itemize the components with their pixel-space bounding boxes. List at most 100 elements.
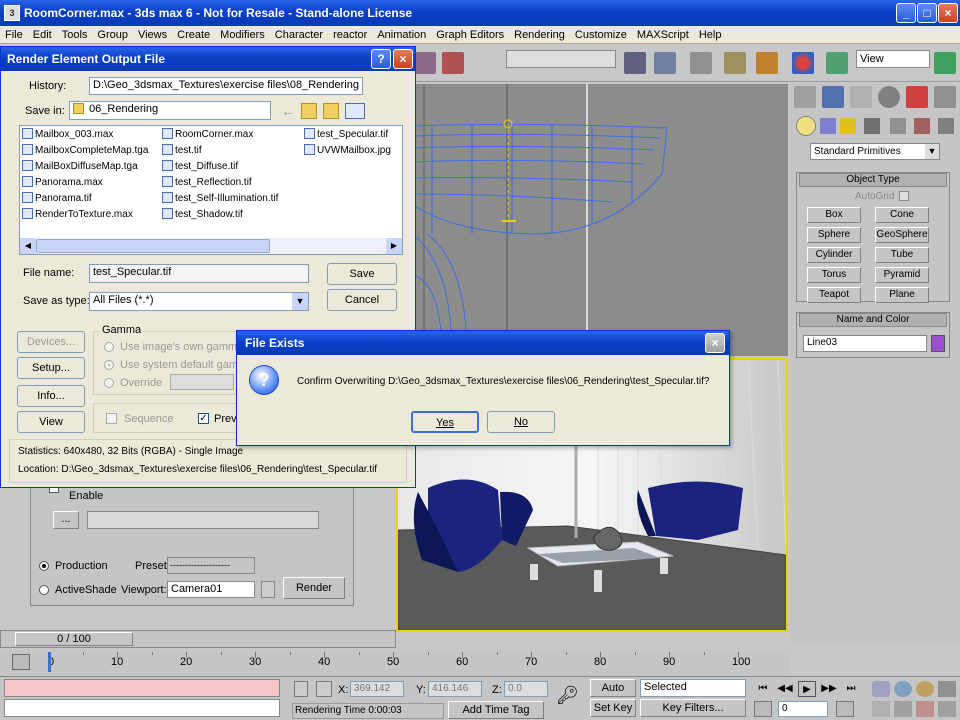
lock-icon[interactable] <box>261 581 275 598</box>
motion-tab-icon[interactable] <box>878 86 900 108</box>
help-icon[interactable]: ? <box>371 49 391 69</box>
view-menu-icon[interactable] <box>345 103 365 119</box>
primitive-tube-button[interactable]: Tube <box>875 247 929 263</box>
file-list-item[interactable]: UVWMailbox.jpg <box>304 144 391 156</box>
file-list-item[interactable]: RenderToTexture.max <box>22 208 133 220</box>
filename-input[interactable]: test_Specular.tif <box>89 264 309 283</box>
production-radio[interactable] <box>39 561 49 571</box>
output-path-field[interactable] <box>87 511 319 529</box>
gamma-override-radio[interactable] <box>104 378 114 388</box>
menu-item-modifiers[interactable]: Modifiers <box>215 26 270 44</box>
spacewarps-icon[interactable] <box>914 118 930 134</box>
roll-icon[interactable] <box>916 701 934 717</box>
primitive-geosphere-button[interactable]: GeoSphere <box>875 227 929 243</box>
menu-item-create[interactable]: Create <box>172 26 215 44</box>
menu-item-animation[interactable]: Animation <box>372 26 431 44</box>
utilities-tab-icon[interactable] <box>934 86 956 108</box>
key-mode-toggle-icon[interactable] <box>754 701 772 717</box>
render-scene-icon[interactable] <box>826 52 848 74</box>
devices-button[interactable]: Devices... <box>17 331 85 353</box>
primitive-pyramid-button[interactable]: Pyramid <box>875 267 929 283</box>
file-list-item[interactable]: RoomCorner.max <box>162 128 253 140</box>
menu-item-group[interactable]: Group <box>92 26 133 44</box>
mirror-icon[interactable] <box>624 52 646 74</box>
cameras-icon[interactable] <box>864 118 880 134</box>
file-list-item[interactable]: MailBoxDiffuseMap.tga <box>22 160 138 172</box>
display-tab-icon[interactable] <box>906 86 928 108</box>
info-button[interactable]: Info... <box>17 385 85 407</box>
menu-item-customize[interactable]: Customize <box>570 26 632 44</box>
file-list-item[interactable]: test_Self-Illumination.tif <box>162 192 278 204</box>
scroll-left-icon[interactable]: ◀ <box>20 238 36 254</box>
menu-item-character[interactable]: Character <box>270 26 328 44</box>
menu-item-help[interactable]: Help <box>694 26 727 44</box>
name-color-header[interactable]: Name and Color <box>799 313 947 327</box>
track-bar-menu-icon[interactable] <box>12 654 30 670</box>
zoom-icon[interactable] <box>894 681 912 697</box>
primitive-teapot-button[interactable]: Teapot <box>807 287 861 303</box>
key-filters-button[interactable]: Key Filters... <box>640 699 746 717</box>
play-icon[interactable]: ▶ <box>798 681 816 697</box>
orbit-icon[interactable] <box>894 701 912 717</box>
maximize-icon[interactable]: □ <box>917 3 937 23</box>
primitive-torus-button[interactable]: Torus <box>807 267 861 283</box>
shapes-icon[interactable] <box>820 118 836 134</box>
set-key-button[interactable]: Set Key <box>590 699 636 717</box>
menu-item-file[interactable]: File <box>0 26 28 44</box>
maximize-viewport-icon[interactable] <box>938 701 956 717</box>
save-button[interactable]: Save <box>327 263 397 285</box>
file-list-item[interactable]: test_Specular.tif <box>304 128 388 140</box>
quick-render-icon[interactable] <box>934 52 956 74</box>
gamma-system-radio[interactable] <box>104 360 114 370</box>
schematic-icon[interactable] <box>756 52 778 74</box>
hierarchy-tab-icon[interactable] <box>850 86 872 108</box>
layer-icon[interactable] <box>690 52 712 74</box>
view-button[interactable]: View <box>17 411 85 433</box>
systems-icon[interactable] <box>938 118 954 134</box>
z-coordinate-input[interactable]: 0.0 <box>504 681 548 697</box>
curve-editor-icon[interactable] <box>724 52 746 74</box>
selection-lock-icon[interactable] <box>294 681 308 697</box>
preview-checkbox[interactable]: ✓ <box>198 413 209 424</box>
primitive-plane-button[interactable]: Plane <box>875 287 929 303</box>
horizontal-scrollbar[interactable]: ◀ ▶ <box>20 238 402 254</box>
absolute-mode-icon[interactable] <box>316 681 332 697</box>
auto-key-button[interactable]: Auto Key <box>590 679 636 710</box>
selection-set-dropdown[interactable] <box>506 50 616 68</box>
view-dropdown[interactable]: View <box>856 50 930 68</box>
arc-rotate-icon[interactable] <box>916 681 934 697</box>
close-icon[interactable]: × <box>938 3 958 23</box>
file-exists-close-icon[interactable]: × <box>705 333 725 353</box>
minimize-icon[interactable]: _ <box>896 3 916 23</box>
align-icon[interactable] <box>654 52 676 74</box>
goto-end-icon[interactable]: ⏭ <box>842 681 860 697</box>
menu-item-reactor[interactable]: reactor <box>328 26 372 44</box>
menu-item-views[interactable]: Views <box>133 26 172 44</box>
output-path-button[interactable]: ... <box>53 511 79 529</box>
y-coordinate-input[interactable]: 416.146 <box>428 681 482 697</box>
primitive-cone-button[interactable]: Cone <box>875 207 929 223</box>
gamma-own-radio[interactable] <box>104 342 114 352</box>
viewport-dropdown[interactable]: Camera01 <box>167 581 255 598</box>
zoom-extents-icon[interactable] <box>938 681 956 697</box>
file-list-item[interactable]: test_Diffuse.tif <box>162 160 238 172</box>
scroll-right-icon[interactable]: ▶ <box>386 238 402 254</box>
primitive-sphere-button[interactable]: Sphere <box>807 227 861 243</box>
time-slider[interactable]: 0 / 100 <box>0 630 396 648</box>
maxscript-listener[interactable] <box>4 679 280 697</box>
menu-item-graph-editors[interactable]: Graph Editors <box>431 26 509 44</box>
pan-icon[interactable] <box>872 681 890 697</box>
render-button[interactable]: Render <box>283 577 345 599</box>
unlink-icon[interactable] <box>442 52 464 74</box>
file-list-item[interactable]: Panorama.max <box>22 176 103 188</box>
primitives-dropdown[interactable]: Standard Primitives ▼ <box>810 143 940 160</box>
object-color-swatch[interactable] <box>931 335 945 352</box>
time-config-icon[interactable] <box>836 701 854 717</box>
saveas-dropdown[interactable]: All Files (*.*) ▼ <box>89 292 309 311</box>
autogrid-checkbox[interactable] <box>899 191 909 201</box>
menu-item-tools[interactable]: Tools <box>57 26 93 44</box>
add-time-tag-button[interactable]: Add Time Tag <box>448 701 544 719</box>
helpers-icon[interactable] <box>890 118 906 134</box>
no-button[interactable]: No <box>487 411 555 433</box>
menu-item-edit[interactable]: Edit <box>28 26 57 44</box>
